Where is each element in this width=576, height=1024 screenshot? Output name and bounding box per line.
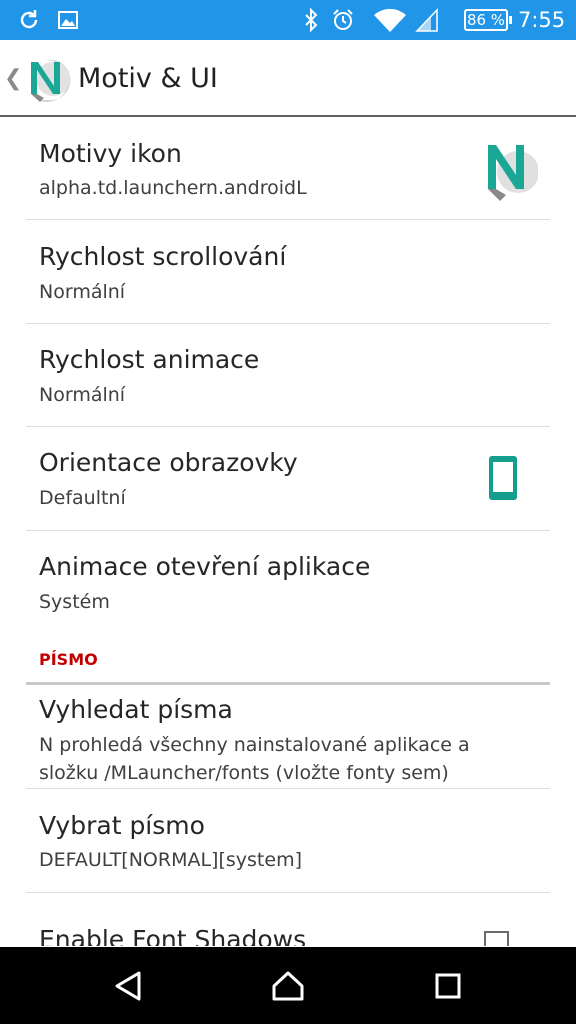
setting-summary: DEFAULT[NORMAL][system] — [39, 849, 302, 871]
setting-title: Rychlost animace — [39, 345, 260, 374]
setting-screen-orientation[interactable]: Orientace obrazovky Defaultní — [26, 427, 550, 531]
alarm-icon — [330, 0, 356, 40]
n-launcher-logo-icon — [482, 141, 539, 203]
setting-summary-line2: složku /MLauncher/fonts (vložte fonty se… — [39, 762, 449, 784]
setting-title: Vybrat písmo — [39, 811, 205, 840]
navigation-bar — [0, 947, 576, 1024]
battery-indicator: 86 % — [464, 9, 512, 31]
sync-icon — [16, 0, 42, 40]
status-bar: 86 % 7:55 — [0, 0, 576, 40]
setting-app-open-animation[interactable]: Animace otevření aplikace Systém — [26, 531, 550, 632]
app-bar: ❮ Motiv & UI — [0, 40, 576, 117]
setting-font-shadows[interactable]: Enable Font Shadows — [26, 893, 550, 946]
n-launcher-logo-icon[interactable] — [26, 56, 72, 102]
setting-title: Orientace obrazovky — [39, 448, 298, 477]
setting-icon-themes[interactable]: Motivy ikon alpha.td.launchern.androidL — [26, 119, 550, 220]
setting-summary: Normální — [39, 384, 126, 406]
setting-summary: Defaultní — [39, 487, 126, 509]
bluetooth-icon — [300, 0, 322, 40]
section-header-font: PÍSMO — [39, 650, 98, 669]
font-shadows-checkbox[interactable] — [484, 931, 509, 946]
settings-list: Motivy ikon alpha.td.launchern.androidL … — [0, 119, 576, 946]
image-icon — [56, 0, 80, 40]
setting-scroll-speed[interactable]: Rychlost scrollování Normální — [26, 220, 550, 324]
setting-title: Motivy ikon — [39, 139, 182, 168]
setting-choose-font[interactable]: Vybrat písmo DEFAULT[NORMAL][system] — [26, 789, 550, 893]
setting-summary-line1: N prohledá všechny nainstalované aplikac… — [39, 734, 470, 756]
setting-summary: alpha.td.launchern.androidL — [39, 177, 307, 199]
back-chevron-icon[interactable]: ❮ — [4, 66, 22, 91]
setting-summary: Normální — [39, 281, 126, 303]
phone-portrait-icon — [488, 455, 518, 501]
setting-title: Rychlost scrollování — [39, 242, 287, 271]
status-clock: 7:55 — [518, 8, 566, 32]
setting-search-fonts[interactable]: Vyhledat písma N prohledá všechny nainst… — [26, 685, 550, 789]
back-icon[interactable] — [88, 947, 168, 1024]
setting-animation-speed[interactable]: Rychlost animace Normální — [26, 324, 550, 427]
setting-title: Vyhledat písma — [39, 695, 233, 724]
home-icon[interactable] — [248, 947, 328, 1024]
recent-apps-icon[interactable] — [408, 947, 488, 1024]
wifi-icon — [372, 0, 408, 40]
signal-icon — [414, 0, 440, 40]
setting-title: Enable Font Shadows — [39, 925, 307, 946]
setting-title: Animace otevření aplikace — [39, 552, 371, 581]
page-title: Motiv & UI — [78, 63, 218, 94]
setting-summary: Systém — [39, 591, 110, 613]
